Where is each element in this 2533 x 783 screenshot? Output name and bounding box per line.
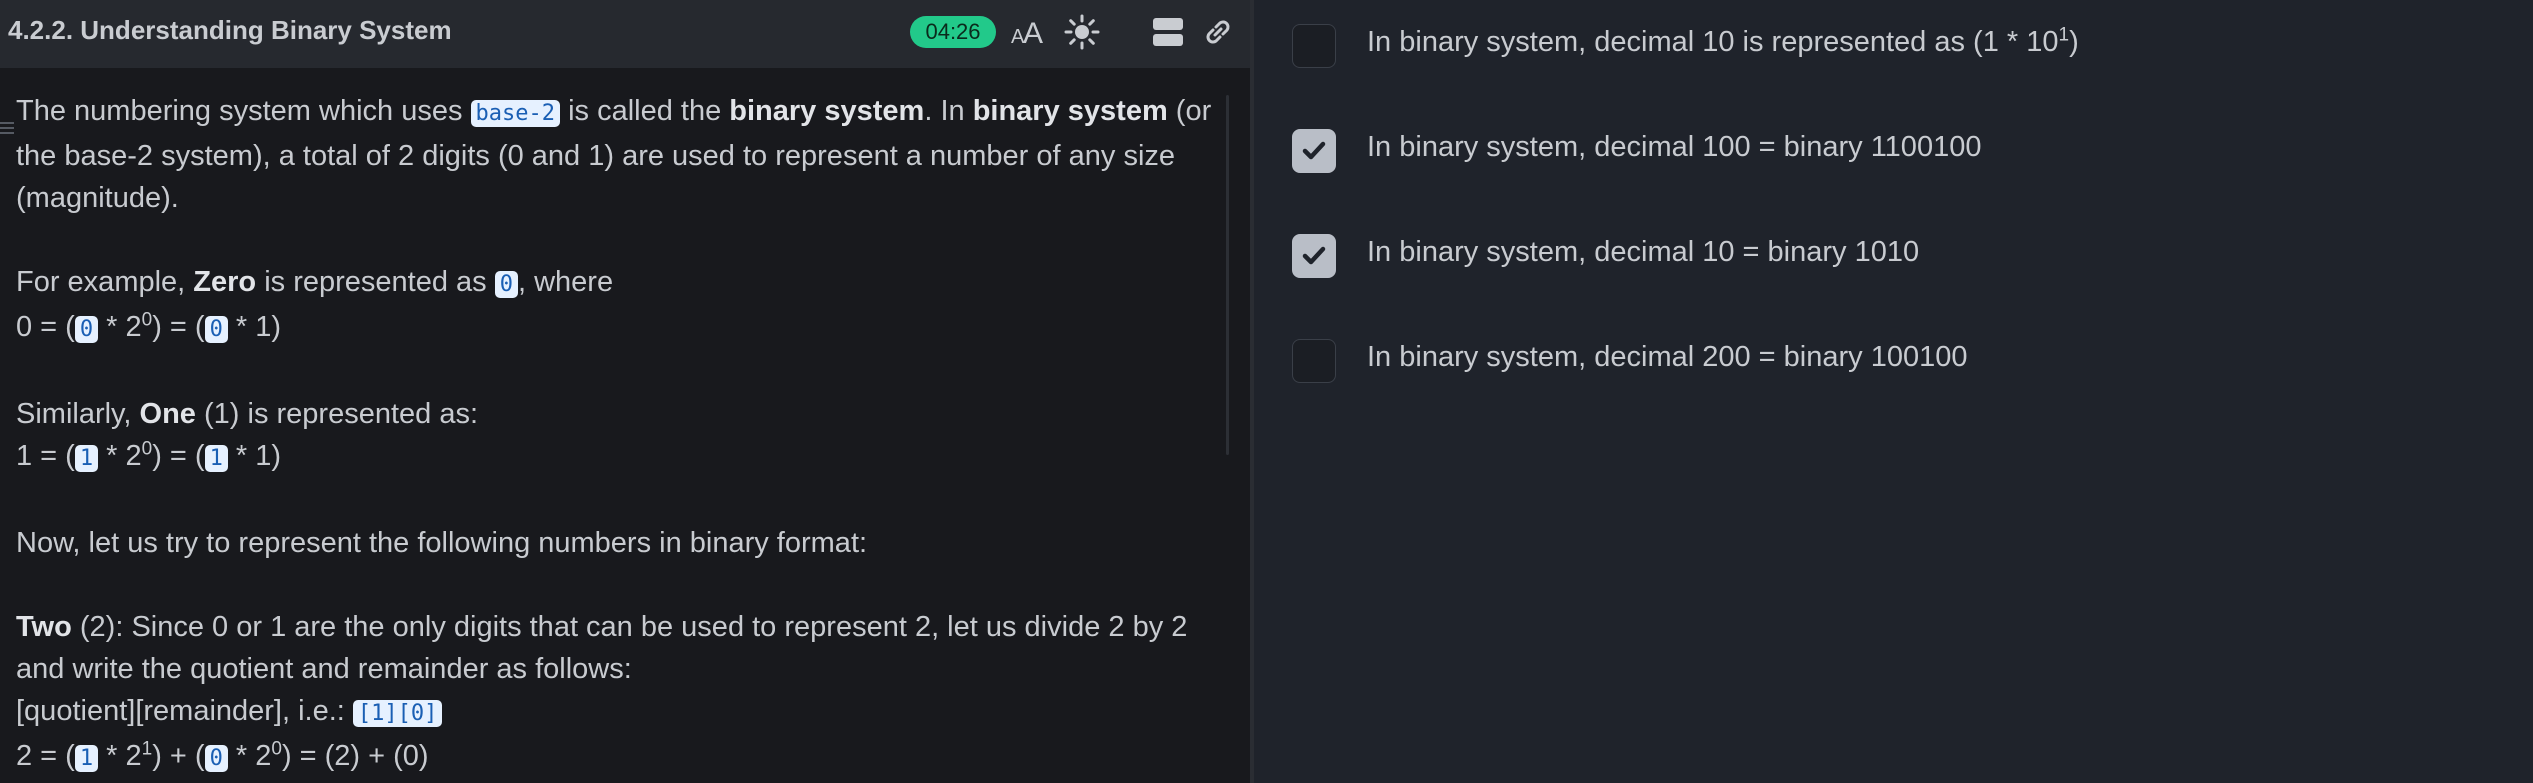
inline-code: 1 [74, 745, 99, 772]
timer-badge: 04:26 [910, 16, 996, 48]
paragraph-intro: The numbering system which uses base-2 i… [16, 90, 1231, 219]
lesson-header: 4.2.2. Understanding Binary System 04:26… [0, 0, 1250, 68]
option-checkbox[interactable] [1292, 234, 1336, 278]
bold-text: Zero [193, 266, 257, 298]
content-scrollbar[interactable] [1226, 95, 1229, 455]
equation-zero: 0 = (0 * 20) = (0 * 1) [16, 306, 1231, 351]
text: [quotient][remainder], i.e.: [16, 695, 353, 727]
inline-code: 1 [204, 445, 228, 472]
layout-toggle-icon[interactable] [1150, 14, 1186, 50]
option-label: In binary system, decimal 200 = binary 1… [1367, 341, 1967, 374]
text: The numbering system which uses [16, 95, 471, 127]
lesson-pane: 4.2.2. Understanding Binary System 04:26… [0, 0, 1250, 783]
text: * 2 [98, 740, 142, 772]
text: * 2 [98, 311, 142, 343]
text: is called the [560, 95, 730, 127]
superscript: 0 [141, 438, 153, 460]
superscript: 1 [2058, 24, 2070, 46]
text: * 1) [227, 440, 282, 472]
paragraph-now: Now, let us try to represent the followi… [16, 527, 868, 559]
inline-code: 0 [204, 316, 228, 343]
text: * 2 [227, 740, 272, 772]
inline-code: base-2 [470, 100, 561, 127]
option-text: In binary system, decimal 100 = binary 1… [1367, 131, 1982, 163]
text: Similarly, [16, 398, 140, 430]
bold-text: binary system [972, 95, 1168, 127]
font-size-icon[interactable]: A A [1010, 14, 1046, 50]
inline-code: [1][0] [352, 700, 443, 727]
equation-one: 1 = (1 * 20) = (1 * 1) [16, 435, 1231, 480]
text: ) + ( [152, 740, 205, 772]
text: ) = ( [152, 440, 205, 472]
pane-divider[interactable] [1250, 0, 1254, 783]
svg-text:A: A [1023, 17, 1043, 50]
bold-text: Two [16, 611, 72, 643]
option-label: In binary system, decimal 10 = binary 10… [1367, 236, 1919, 269]
paragraph-two: Two (2): Since 0 or 1 are the only digit… [16, 606, 1231, 690]
text: (2): Since 0 or 1 are the only digits th… [16, 611, 1188, 685]
option-text: In binary system, decimal 10 is represen… [1367, 26, 2059, 58]
inline-code: 0 [494, 271, 518, 298]
paragraph-zero: For example, Zero is represented as 0, w… [16, 261, 1231, 306]
text: 1 = ( [16, 440, 75, 472]
superscript: 1 [141, 738, 153, 760]
inline-code: 0 [204, 745, 228, 772]
text: ) = (2) + (0) [281, 740, 429, 772]
text: ) = ( [152, 311, 205, 343]
text: * 1) [227, 311, 282, 343]
option-text: ) [2069, 26, 2079, 58]
checkmark-icon [1302, 141, 1326, 160]
option-label: In binary system, decimal 10 is represen… [1367, 24, 2079, 59]
option-checkbox[interactable] [1292, 339, 1336, 383]
equation-two: 2 = (1 * 21) + (0 * 20) = (2) + (0) [16, 735, 1231, 780]
inline-code: 0 [74, 316, 99, 343]
option-checkbox[interactable] [1292, 24, 1336, 68]
quotient-remainder-line: [quotient][remainder], i.e.: [1][0] [16, 690, 1231, 735]
option-checkbox[interactable] [1292, 129, 1336, 173]
text: (1) is represented as: [195, 398, 479, 430]
lesson-content: The numbering system which uses base-2 i… [16, 90, 1231, 780]
text: For example, [16, 266, 194, 298]
text: , where [517, 266, 614, 298]
text: 2 = ( [16, 740, 75, 772]
bold-text: binary system [729, 95, 925, 127]
text: 0 = ( [16, 311, 75, 343]
lesson-title: 4.2.2. Understanding Binary System [8, 15, 452, 45]
superscript: 0 [141, 309, 153, 331]
bold-text: One [139, 398, 196, 430]
inline-code: 1 [74, 445, 99, 472]
drag-handle-icon[interactable] [0, 120, 14, 136]
paragraph-one: Similarly, One (1) is represented as: [16, 393, 1231, 435]
superscript: 0 [271, 738, 282, 760]
option-text: In binary system, decimal 10 = binary 10… [1367, 236, 1920, 268]
text: is represented as [256, 266, 495, 298]
theme-brightness-icon[interactable] [1064, 14, 1100, 50]
text: . In [924, 95, 973, 127]
link-icon[interactable] [1200, 14, 1236, 50]
text: * 2 [98, 440, 142, 472]
option-text: In binary system, decimal 200 = binary 1… [1367, 341, 1968, 373]
option-label: In binary system, decimal 100 = binary 1… [1367, 131, 1981, 164]
checkmark-icon [1302, 246, 1326, 265]
